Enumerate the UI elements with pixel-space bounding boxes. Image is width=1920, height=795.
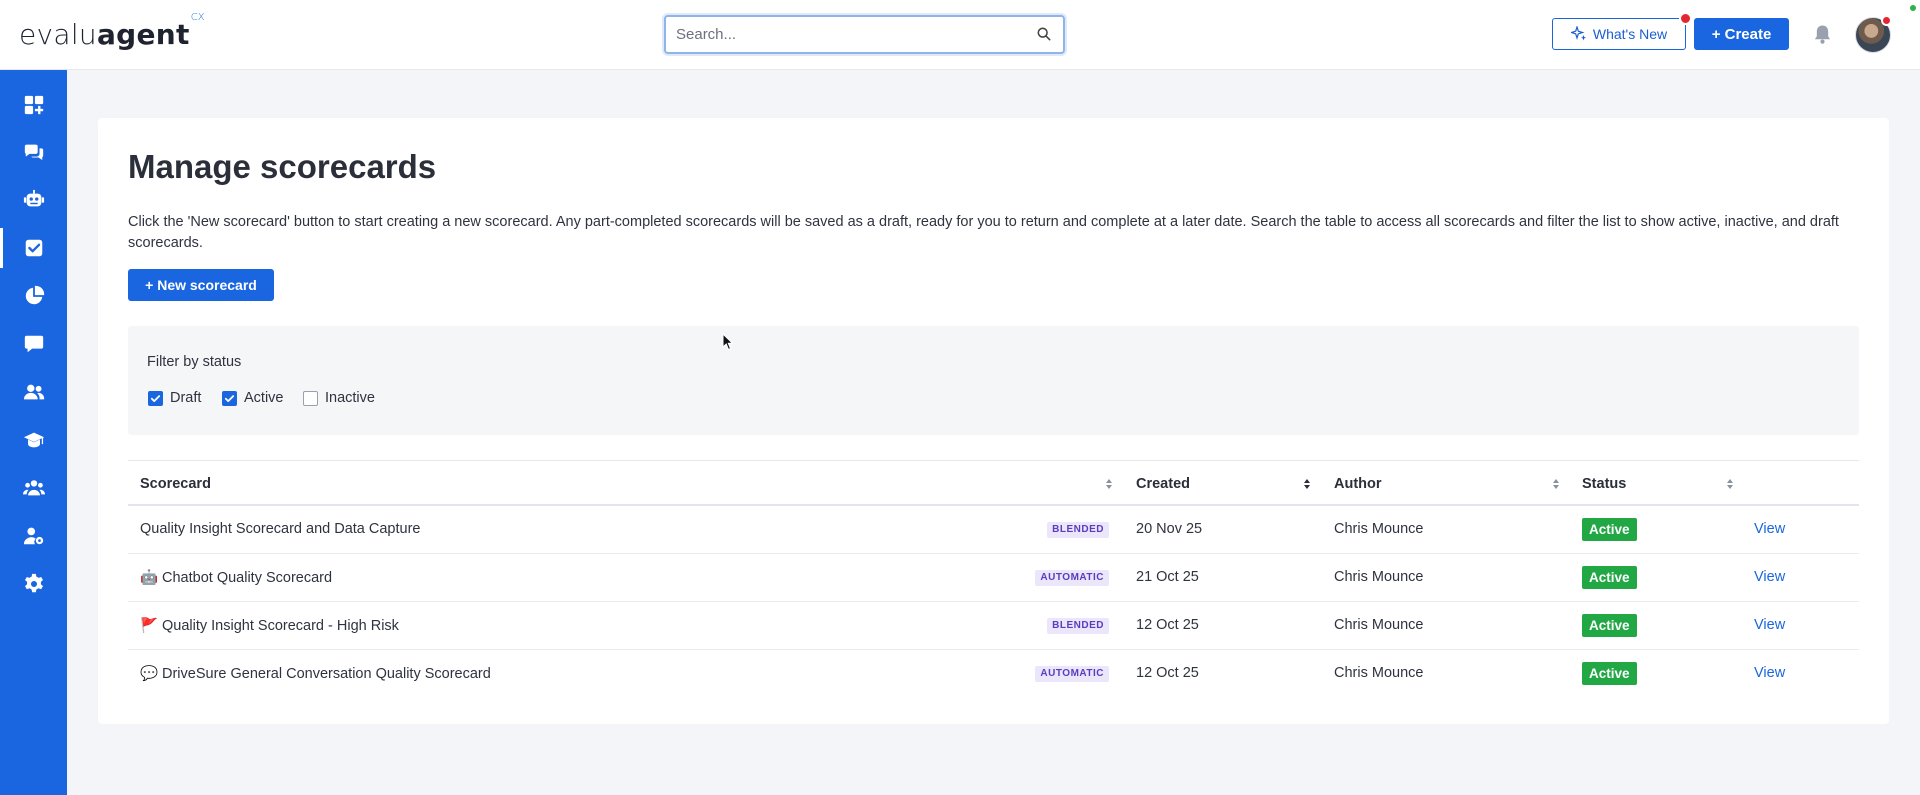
search-input[interactable] — [666, 17, 1026, 52]
page-description: Click the 'New scorecard' button to star… — [128, 214, 1839, 251]
scorecard-name[interactable]: 🤖 Chatbot Quality Scorecard — [140, 569, 332, 586]
author-name: Chris Mounce — [1334, 569, 1424, 585]
robot-icon: 🤖 — [140, 570, 159, 586]
filter-inactive[interactable]: Inactive — [303, 390, 375, 406]
active-label: Active — [244, 390, 284, 406]
created-date: 21 Oct 25 — [1136, 569, 1199, 585]
inactive-label: Inactive — [325, 390, 375, 406]
user-settings-icon — [23, 527, 43, 545]
scorecard-name[interactable]: Quality Insight Scorecard and Data Captu… — [140, 521, 420, 537]
speech-bubble-icon: 💬 — [140, 666, 159, 682]
table-header: Scorecard Created Author Status — [128, 460, 1859, 506]
robot-icon — [23, 189, 44, 207]
type-tag: AUTOMATIC — [1035, 666, 1109, 682]
created-date: 20 Nov 25 — [1136, 521, 1203, 537]
draft-checkbox[interactable] — [148, 390, 163, 406]
column-author[interactable]: Author — [1334, 476, 1382, 492]
sidebar-item-users[interactable] — [0, 368, 67, 416]
status-filter: Filter by status Draft Active Inactive — [128, 326, 1859, 435]
sidebar-item-teams[interactable] — [0, 464, 67, 512]
type-tag: BLENDED — [1047, 522, 1109, 538]
filter-active[interactable]: Active — [222, 390, 284, 406]
team-icon — [22, 480, 45, 496]
sidebar-item-feedback[interactable] — [0, 320, 67, 368]
dashboard-add-icon — [24, 95, 43, 115]
create-button[interactable]: + Create — [1694, 18, 1789, 50]
sort-icon[interactable] — [1552, 478, 1560, 490]
status-badge: Active — [1582, 566, 1637, 589]
sidebar-item-user-management[interactable] — [0, 512, 67, 560]
sidebar-item-bots[interactable] — [0, 176, 67, 224]
search-box[interactable] — [664, 15, 1065, 54]
filter-draft[interactable]: Draft — [148, 390, 201, 406]
pie-chart-icon — [25, 285, 44, 305]
app-logo[interactable]: evaluagentCX — [19, 12, 205, 51]
whats-new-label: What's New — [1592, 26, 1668, 42]
filter-label: Filter by status — [147, 354, 242, 370]
view-link[interactable]: View — [1754, 569, 1785, 585]
inactive-checkbox[interactable] — [303, 390, 318, 406]
table-row[interactable]: 🚩 Quality Insight Scorecard - High Risk B… — [128, 602, 1859, 650]
online-indicator — [1910, 5, 1916, 11]
scorecards-table: Scorecard Created Author Status Quality … — [128, 460, 1859, 698]
scorecards-panel: Manage scorecards Click the 'New scoreca… — [98, 118, 1889, 724]
sidebar-item-settings[interactable] — [0, 560, 67, 608]
avatar-notification-dot — [1881, 15, 1892, 26]
scorecard-name[interactable]: 🚩 Quality Insight Scorecard - High Risk — [140, 617, 399, 634]
type-tag: BLENDED — [1047, 618, 1109, 634]
active-checkbox[interactable] — [222, 390, 237, 406]
view-link[interactable]: View — [1754, 521, 1785, 537]
author-name: Chris Mounce — [1334, 617, 1424, 633]
comment-icon — [24, 335, 43, 353]
users-icon — [23, 384, 44, 400]
column-status[interactable]: Status — [1582, 476, 1626, 492]
sidebar — [0, 70, 67, 795]
graduation-cap-icon — [23, 432, 44, 448]
table-row[interactable]: 💬 DriveSure General Conversation Quality … — [128, 650, 1859, 698]
sidebar-item-dashboard[interactable] — [0, 81, 67, 129]
author-name: Chris Mounce — [1334, 665, 1424, 681]
notification-dot — [1679, 12, 1692, 25]
scorecard-name[interactable]: 💬 DriveSure General Conversation Quality … — [140, 665, 491, 682]
red-flag-icon: 🚩 — [140, 618, 159, 634]
sort-icon[interactable] — [1105, 478, 1113, 490]
sparkle-icon — [1570, 26, 1586, 41]
draft-label: Draft — [170, 390, 202, 406]
status-badge: Active — [1582, 662, 1637, 685]
sidebar-item-training[interactable] — [0, 416, 67, 464]
table-row[interactable]: 🤖 Chatbot Quality Scorecard AUTOMATIC 21 … — [128, 554, 1859, 602]
new-scorecard-button[interactable]: + New scorecard — [128, 269, 274, 301]
bell-icon[interactable] — [1813, 24, 1832, 45]
page-title: Manage scorecards — [128, 148, 437, 185]
column-created[interactable]: Created — [1136, 476, 1190, 492]
view-link[interactable]: View — [1754, 617, 1785, 633]
status-badge: Active — [1582, 518, 1637, 541]
type-tag: AUTOMATIC — [1035, 570, 1109, 586]
table-row[interactable]: Quality Insight Scorecard and Data Captu… — [128, 506, 1859, 554]
status-badge: Active — [1582, 614, 1637, 637]
checkbox-icon — [25, 239, 42, 257]
sort-icon[interactable] — [1726, 478, 1734, 490]
sidebar-item-reports[interactable] — [0, 272, 67, 320]
author-name: Chris Mounce — [1334, 521, 1424, 537]
sort-icon[interactable] — [1303, 478, 1311, 490]
created-date: 12 Oct 25 — [1136, 617, 1199, 633]
whats-new-button[interactable]: What's New — [1552, 18, 1686, 50]
created-date: 12 Oct 25 — [1136, 665, 1199, 681]
chat-bubbles-icon — [24, 144, 43, 160]
mouse-cursor-icon — [722, 333, 734, 351]
search-icon[interactable] — [1037, 27, 1051, 41]
gear-icon — [24, 573, 43, 593]
sidebar-item-conversations[interactable] — [0, 128, 67, 176]
sidebar-item-scorecards[interactable] — [0, 224, 67, 272]
column-scorecard[interactable]: Scorecard — [140, 476, 211, 492]
view-link[interactable]: View — [1754, 665, 1785, 681]
top-bar: evaluagentCX What's New + Create — [0, 0, 1920, 70]
